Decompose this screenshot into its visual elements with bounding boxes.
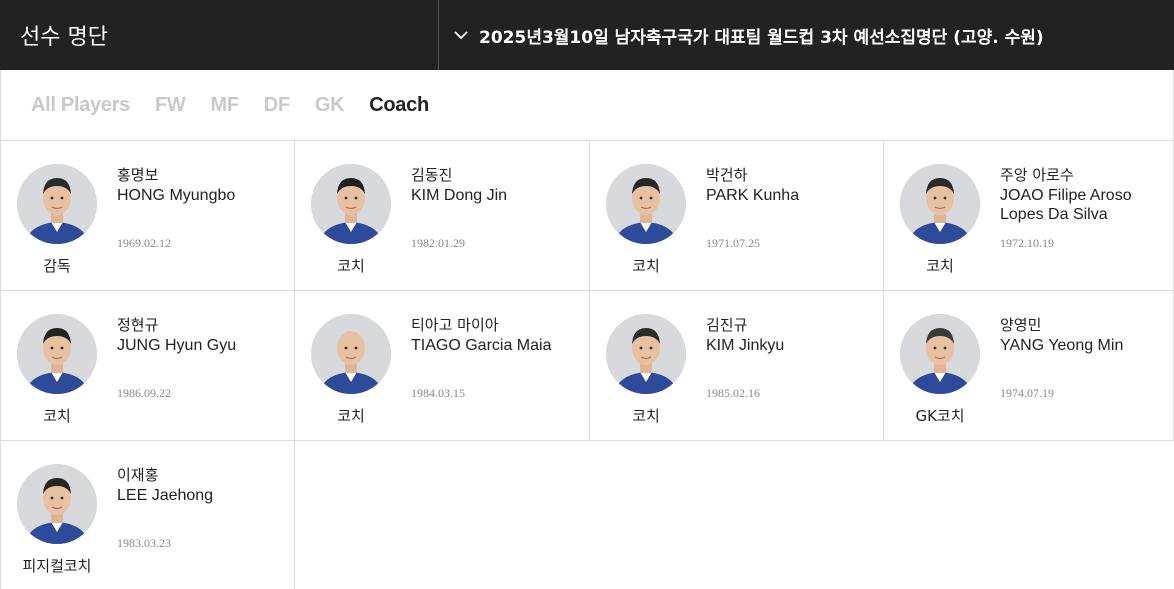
coach-card[interactable]: 감독 홍명보 HONG Myungbo 1969.02.12 (0, 141, 295, 291)
coach-birthdate: 1974.07.19 (1000, 386, 1054, 400)
chevron-down-icon (454, 31, 468, 40)
coach-info: 티아고 마이아 TIAGO Garcia Maia (411, 316, 579, 355)
coach-photo (17, 164, 97, 244)
coach-photo (17, 464, 97, 544)
coach-photo (606, 164, 686, 244)
coach-role: GK코치 (915, 407, 965, 425)
coach-card[interactable]: 코치 박건하 PARK Kunha 1971.07.25 (590, 141, 884, 291)
roster-selector[interactable]: 2025년3월10일 남자축구국가 대표팀 월드컵 3차 예선소집명단 (고양.… (439, 0, 1174, 70)
coach-info: 홍명보 HONG Myungbo (117, 166, 284, 205)
coach-korean-name: 홍명보 (117, 166, 159, 184)
coach-role: 코치 (337, 407, 365, 425)
coach-english-name: PARK Kunha (706, 187, 800, 204)
coach-card[interactable]: 코치 김동진 KIM Dong Jin 1982.01.29 (295, 141, 590, 291)
coach-birthdate: 1986.09.22 (117, 386, 171, 400)
coach-role: 코치 (926, 257, 954, 275)
coach-info: 이재홍 LEE Jaehong (117, 466, 284, 505)
coach-info: 양영민 YANG Yeong Min (1000, 316, 1163, 355)
coach-grid: 감독 홍명보 HONG Myungbo 1969.02.12 코치 김동진 KIM Dong… (0, 141, 1174, 589)
tab-df[interactable]: DF (264, 94, 290, 117)
tab-all-players[interactable]: All Players (31, 94, 130, 117)
coach-role: 코치 (43, 407, 71, 425)
coach-info: 주앙 아로수 JOAO Filipe Aroso Lopes Da Silva (1000, 166, 1163, 224)
tab-gk[interactable]: GK (315, 94, 345, 117)
coach-birthdate: 1984.03.15 (411, 386, 465, 400)
coach-info: 정현규 JUNG Hyun Gyu (117, 316, 284, 355)
coach-birthdate: 1985.02.16 (706, 386, 760, 400)
tab-mf[interactable]: MF (211, 94, 240, 117)
coach-role: 감독 (43, 257, 71, 275)
coach-info: 박건하 PARK Kunha (706, 166, 873, 205)
coach-card[interactable]: 피지컬코치 이재홍 LEE Jaehong 1983.03.23 (0, 441, 295, 589)
coach-english-name: KIM Dong Jin (411, 187, 508, 204)
coach-english-name: YANG Yeong Min (1000, 337, 1124, 354)
coach-info: 김동진 KIM Dong Jin (411, 166, 579, 205)
coach-role: 코치 (337, 257, 365, 275)
empty-cell (590, 441, 884, 589)
coach-card[interactable]: GK코치 양영민 YANG Yeong Min 1974.07.19 (884, 291, 1174, 441)
coach-photo (900, 314, 980, 394)
coach-info: 김진규 KIM Jinkyu (706, 316, 873, 355)
coach-card[interactable]: 코치 김진규 KIM Jinkyu 1985.02.16 (590, 291, 884, 441)
coach-korean-name: 티아고 마이아 (411, 316, 499, 334)
coach-role: 코치 (632, 407, 660, 425)
coach-english-name: JOAO Filipe Aroso Lopes Da Silva (1000, 187, 1132, 223)
empty-cell (884, 441, 1174, 589)
coach-korean-name: 주앙 아로수 (1000, 166, 1074, 184)
tab-fw[interactable]: FW (155, 94, 186, 117)
coach-role: 피지컬코치 (22, 557, 92, 575)
coach-photo (311, 314, 391, 394)
coach-korean-name: 양영민 (1000, 316, 1042, 334)
coach-card[interactable]: 코치 주앙 아로수 JOAO Filipe Aroso Lopes Da Silva… (884, 141, 1174, 291)
roster-selector-label: 2025년3월10일 남자축구국가 대표팀 월드컵 3차 예선소집명단 (고양.… (479, 27, 1044, 48)
coach-card[interactable]: 코치 정현규 JUNG Hyun Gyu 1986.09.22 (0, 291, 295, 441)
top-bar: 선수 명단 2025년3월10일 남자축구국가 대표팀 월드컵 3차 예선소집명… (0, 0, 1174, 70)
coach-english-name: JUNG Hyun Gyu (117, 337, 237, 354)
coach-english-name: HONG Myungbo (117, 187, 236, 204)
coach-english-name: KIM Jinkyu (706, 337, 785, 354)
coach-english-name: TIAGO Garcia Maia (411, 337, 552, 354)
empty-cell (295, 441, 590, 589)
coach-card[interactable]: 코치 티아고 마이아 TIAGO Garcia Maia 1984.03.15 (295, 291, 590, 441)
coach-korean-name: 김동진 (411, 166, 453, 184)
coach-korean-name: 이재홍 (117, 466, 159, 484)
coach-korean-name: 정현규 (117, 316, 159, 334)
coach-korean-name: 김진규 (706, 316, 748, 334)
coach-birthdate: 1971.07.25 (706, 236, 760, 250)
coach-photo (17, 314, 97, 394)
coach-photo (311, 164, 391, 244)
coach-photo (900, 164, 980, 244)
coach-birthdate: 1972.10.19 (1000, 236, 1054, 250)
coach-role: 코치 (632, 257, 660, 275)
position-tabs: All Players FW MF DF GK Coach (0, 70, 1174, 141)
coach-english-name: LEE Jaehong (117, 487, 214, 504)
coach-birthdate: 1983.03.23 (117, 536, 171, 550)
coach-korean-name: 박건하 (706, 166, 748, 184)
coach-photo (606, 314, 686, 394)
coach-birthdate: 1982.01.29 (411, 236, 465, 250)
coach-birthdate: 1969.02.12 (117, 236, 171, 250)
tab-coach[interactable]: Coach (369, 94, 429, 117)
page-title: 선수 명단 (0, 0, 439, 70)
